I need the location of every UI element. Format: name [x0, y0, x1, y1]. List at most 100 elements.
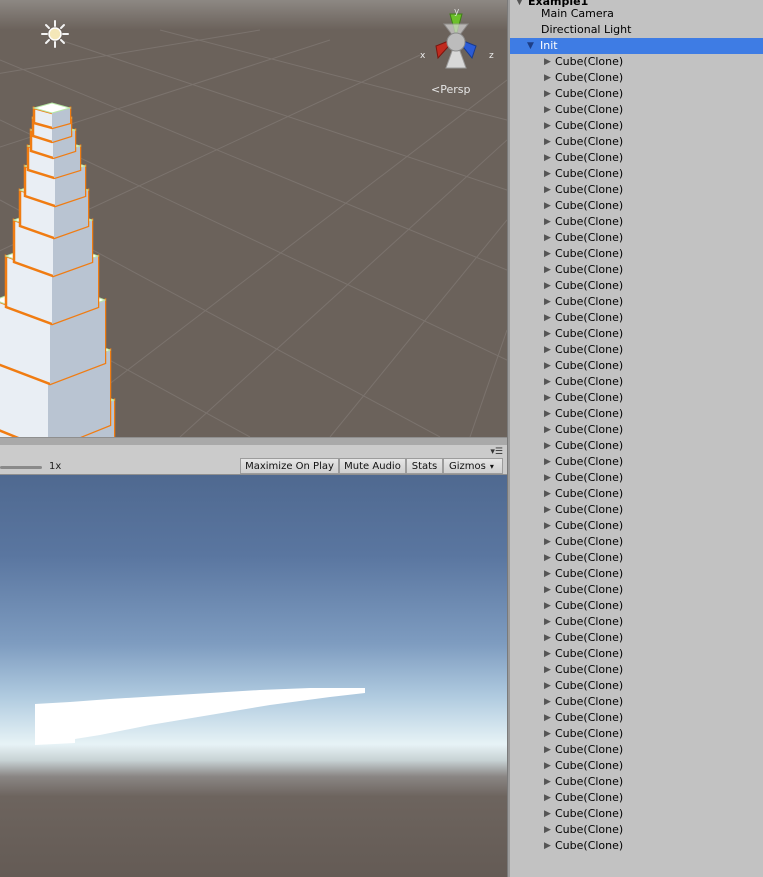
hierarchy-child-item[interactable]: ▶ Cube(Clone) [510, 486, 763, 502]
hierarchy-child-item[interactable]: ▶ Cube(Clone) [510, 118, 763, 134]
collapse-arrow-icon[interactable]: ▶ [544, 134, 551, 150]
hierarchy-child-item[interactable]: ▶ Cube(Clone) [510, 502, 763, 518]
hierarchy-child-item[interactable]: ▶ Cube(Clone) [510, 758, 763, 774]
collapse-arrow-icon[interactable]: ▶ [544, 742, 551, 758]
hierarchy-child-item[interactable]: ▶ Cube(Clone) [510, 342, 763, 358]
mute-audio-button[interactable]: Mute Audio [339, 458, 406, 474]
hierarchy-child-item[interactable]: ▶ Cube(Clone) [510, 646, 763, 662]
hierarchy-child-item[interactable]: ▶ Cube(Clone) [510, 582, 763, 598]
hierarchy-child-item[interactable]: ▶ Cube(Clone) [510, 678, 763, 694]
hierarchy-child-item[interactable]: ▶ Cube(Clone) [510, 182, 763, 198]
hierarchy-child-item[interactable]: ▶ Cube(Clone) [510, 198, 763, 214]
collapse-arrow-icon[interactable]: ▶ [544, 566, 551, 582]
collapse-arrow-icon[interactable]: ▶ [544, 454, 551, 470]
collapse-arrow-icon[interactable]: ▶ [544, 390, 551, 406]
hierarchy-child-item[interactable]: ▶ Cube(Clone) [510, 214, 763, 230]
hierarchy-child-item[interactable]: ▶ Cube(Clone) [510, 742, 763, 758]
collapse-arrow-icon[interactable]: ▶ [544, 534, 551, 550]
hierarchy-child-item[interactable]: ▶ Cube(Clone) [510, 278, 763, 294]
collapse-arrow-icon[interactable]: ▶ [544, 278, 551, 294]
collapse-arrow-icon[interactable]: ▶ [544, 70, 551, 86]
hierarchy-child-item[interactable]: ▶ Cube(Clone) [510, 166, 763, 182]
collapse-arrow-icon[interactable]: ▶ [544, 662, 551, 678]
collapse-arrow-icon[interactable]: ▶ [544, 758, 551, 774]
hierarchy-child-item[interactable]: ▶ Cube(Clone) [510, 662, 763, 678]
collapse-arrow-icon[interactable]: ▶ [544, 806, 551, 822]
hierarchy-child-item[interactable]: ▶ Cube(Clone) [510, 262, 763, 278]
collapse-arrow-icon[interactable]: ▶ [544, 486, 551, 502]
hierarchy-item-init[interactable]: ▼ Init [510, 38, 763, 54]
game-view[interactable] [0, 475, 507, 877]
hierarchy-item-directional-light[interactable]: Directional Light [510, 22, 763, 38]
maximize-on-play-button[interactable]: Maximize On Play [240, 458, 339, 474]
collapse-arrow-icon[interactable]: ▶ [544, 86, 551, 102]
perspective-label[interactable]: <Persp [431, 83, 470, 96]
hierarchy-child-item[interactable]: ▶ Cube(Clone) [510, 470, 763, 486]
hierarchy-child-item[interactable]: ▶ Cube(Clone) [510, 390, 763, 406]
hierarchy-child-item[interactable]: ▶ Cube(Clone) [510, 374, 763, 390]
collapse-arrow-icon[interactable]: ▶ [544, 246, 551, 262]
hierarchy-child-item[interactable]: ▶ Cube(Clone) [510, 102, 763, 118]
hierarchy-child-item[interactable]: ▶ Cube(Clone) [510, 134, 763, 150]
hierarchy-child-item[interactable]: ▶ Cube(Clone) [510, 54, 763, 70]
collapse-arrow-icon[interactable]: ▶ [544, 262, 551, 278]
collapse-arrow-icon[interactable]: ▶ [544, 150, 551, 166]
collapse-arrow-icon[interactable]: ▶ [544, 166, 551, 182]
scene-cube[interactable] [32, 102, 72, 130]
gizmos-dropdown[interactable]: Gizmos ▾ [443, 458, 503, 474]
scale-slider[interactable] [0, 466, 42, 469]
expand-arrow-icon[interactable]: ▼ [527, 38, 534, 54]
hierarchy-child-item[interactable]: ▶ Cube(Clone) [510, 774, 763, 790]
collapse-arrow-icon[interactable]: ▶ [544, 230, 551, 246]
hierarchy-child-item[interactable]: ▶ Cube(Clone) [510, 790, 763, 806]
hierarchy-child-item[interactable]: ▶ Cube(Clone) [510, 326, 763, 342]
collapse-arrow-icon[interactable]: ▶ [544, 774, 551, 790]
collapse-arrow-icon[interactable]: ▶ [544, 214, 551, 230]
scene-view[interactable]: y x z <Persp [0, 0, 507, 437]
orientation-gizmo[interactable]: y x z [414, 6, 507, 72]
collapse-arrow-icon[interactable]: ▶ [544, 422, 551, 438]
collapse-arrow-icon[interactable]: ▶ [544, 502, 551, 518]
collapse-arrow-icon[interactable]: ▶ [544, 406, 551, 422]
hierarchy-child-item[interactable]: ▶ Cube(Clone) [510, 534, 763, 550]
collapse-arrow-icon[interactable]: ▶ [544, 598, 551, 614]
hierarchy-child-item[interactable]: ▶ Cube(Clone) [510, 454, 763, 470]
collapse-arrow-icon[interactable]: ▶ [544, 550, 551, 566]
hierarchy-child-item[interactable]: ▶ Cube(Clone) [510, 518, 763, 534]
collapse-arrow-icon[interactable]: ▶ [544, 198, 551, 214]
collapse-arrow-icon[interactable]: ▶ [544, 518, 551, 534]
collapse-arrow-icon[interactable]: ▶ [544, 294, 551, 310]
collapse-arrow-icon[interactable]: ▶ [544, 790, 551, 806]
collapse-arrow-icon[interactable]: ▶ [544, 646, 551, 662]
collapse-arrow-icon[interactable]: ▶ [544, 694, 551, 710]
collapse-arrow-icon[interactable]: ▶ [544, 358, 551, 374]
collapse-arrow-icon[interactable]: ▶ [544, 374, 551, 390]
hierarchy-child-item[interactable]: ▶ Cube(Clone) [510, 246, 763, 262]
panel-menu-icon[interactable]: ▾☰ [490, 448, 503, 457]
collapse-arrow-icon[interactable]: ▶ [544, 726, 551, 742]
hierarchy-child-item[interactable]: ▶ Cube(Clone) [510, 806, 763, 822]
collapse-arrow-icon[interactable]: ▶ [544, 310, 551, 326]
collapse-arrow-icon[interactable]: ▶ [544, 822, 551, 838]
hierarchy-child-item[interactable]: ▶ Cube(Clone) [510, 726, 763, 742]
collapse-arrow-icon[interactable]: ▶ [544, 342, 551, 358]
collapse-arrow-icon[interactable]: ▶ [544, 470, 551, 486]
collapse-arrow-icon[interactable]: ▶ [544, 630, 551, 646]
collapse-arrow-icon[interactable]: ▶ [544, 326, 551, 342]
hierarchy-item-main-camera[interactable]: Main Camera [510, 6, 763, 22]
hierarchy-child-item[interactable]: ▶ Cube(Clone) [510, 150, 763, 166]
hierarchy-child-item[interactable]: ▶ Cube(Clone) [510, 86, 763, 102]
hierarchy-child-item[interactable]: ▶ Cube(Clone) [510, 822, 763, 838]
collapse-arrow-icon[interactable]: ▶ [544, 102, 551, 118]
hierarchy-child-item[interactable]: ▶ Cube(Clone) [510, 566, 763, 582]
hierarchy-child-item[interactable]: ▶ Cube(Clone) [510, 406, 763, 422]
collapse-arrow-icon[interactable]: ▶ [544, 710, 551, 726]
collapse-arrow-icon[interactable]: ▶ [544, 118, 551, 134]
hierarchy-child-item[interactable]: ▶ Cube(Clone) [510, 294, 763, 310]
hierarchy-child-item[interactable]: ▶ Cube(Clone) [510, 230, 763, 246]
collapse-arrow-icon[interactable]: ▶ [544, 54, 551, 70]
hierarchy-child-item[interactable]: ▶ Cube(Clone) [510, 358, 763, 374]
collapse-arrow-icon[interactable]: ▶ [544, 438, 551, 454]
hierarchy-child-item[interactable]: ▶ Cube(Clone) [510, 838, 763, 854]
hierarchy-child-item[interactable]: ▶ Cube(Clone) [510, 310, 763, 326]
